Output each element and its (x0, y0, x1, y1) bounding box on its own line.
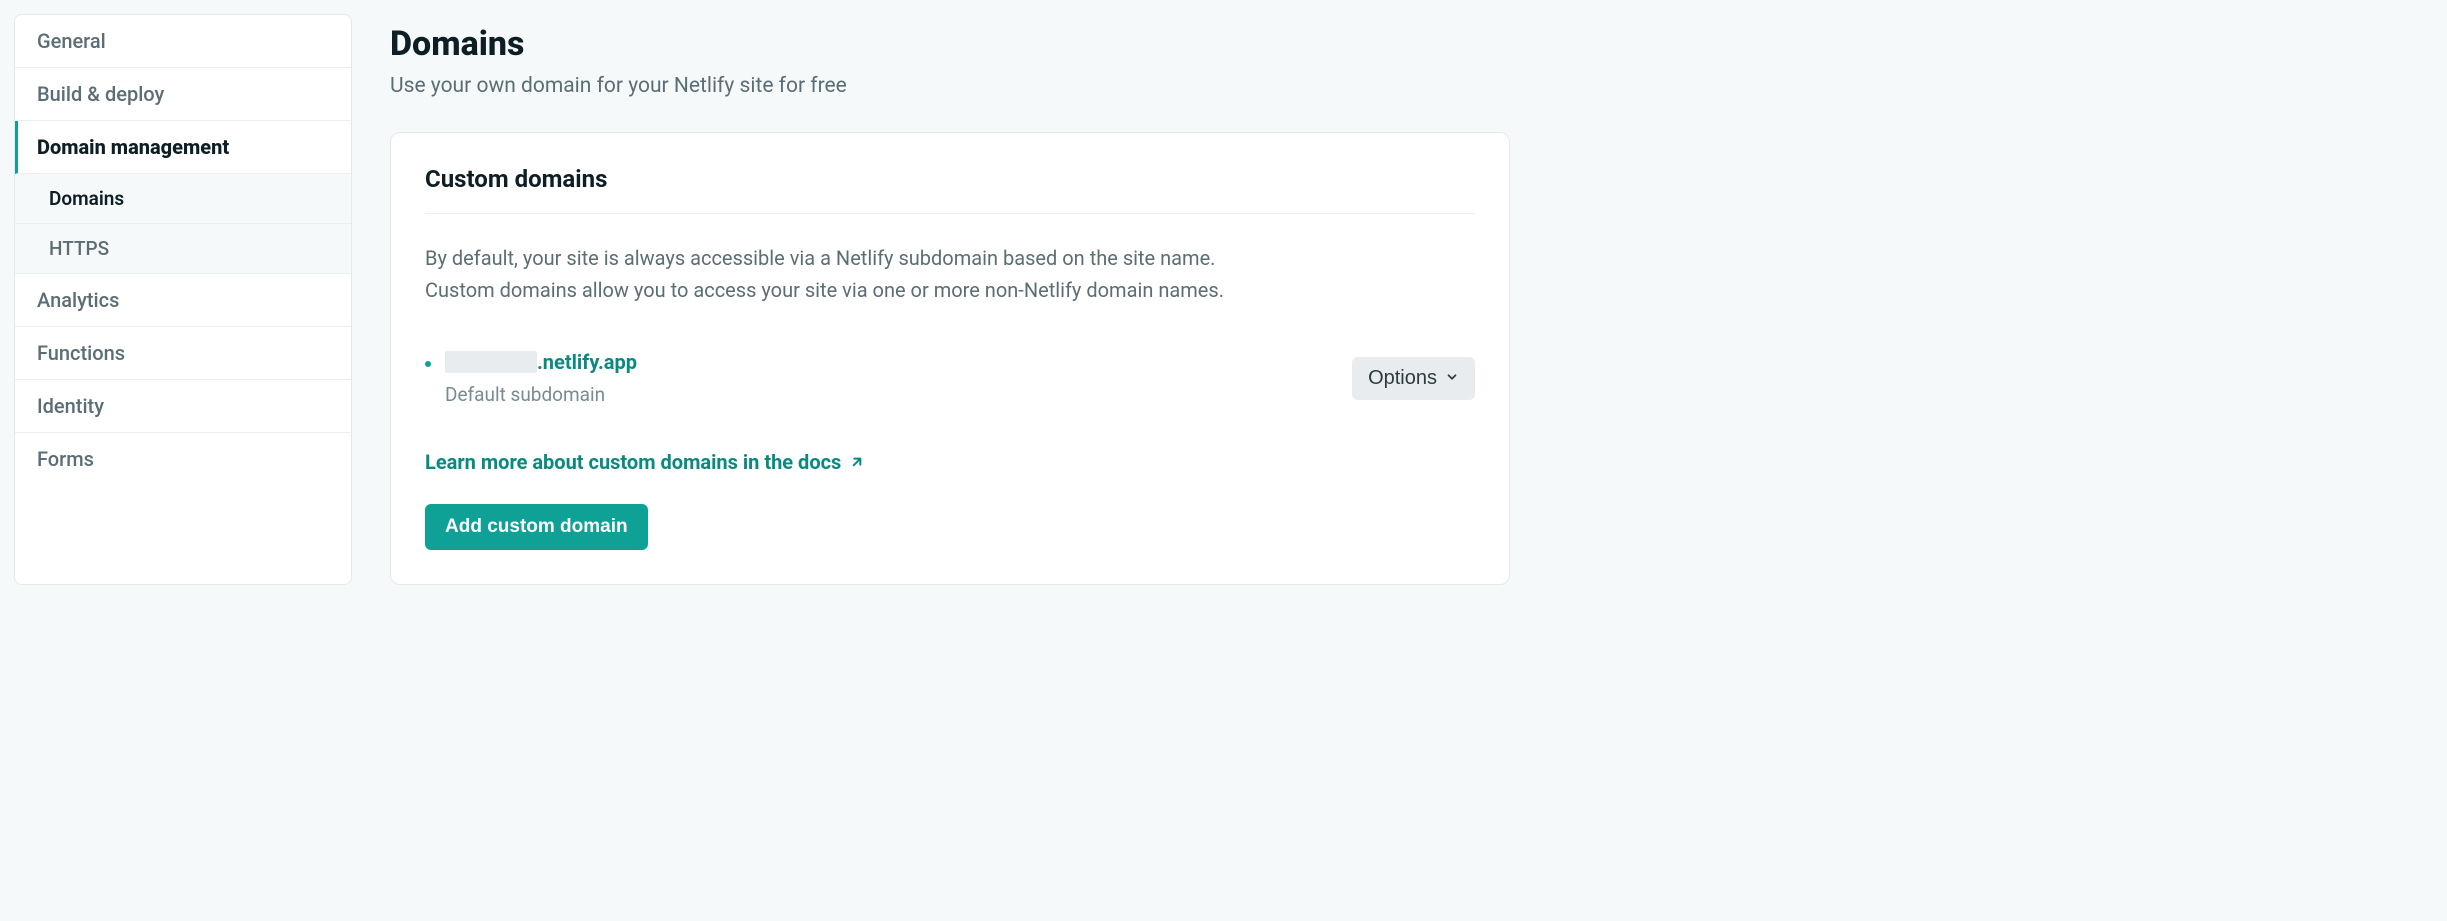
main-content: Domains Use your own domain for your Net… (352, 14, 1532, 585)
sidebar-item-domain-management[interactable]: Domain management (15, 121, 351, 174)
sidebar-item-functions[interactable]: Functions (15, 327, 351, 380)
sidebar-subnav: Domains HTTPS (15, 174, 351, 274)
domain-left: .netlify.app Default subdomain (425, 350, 637, 406)
domain-sublabel: Default subdomain (445, 383, 637, 406)
custom-domains-card: Custom domains By default, your site is … (390, 132, 1510, 585)
sidebar-item-general[interactable]: General (15, 15, 351, 68)
card-desc-line1: By default, your site is always accessib… (425, 246, 1215, 270)
sidebar-sub-https[interactable]: HTTPS (15, 224, 351, 274)
page-title: Domains (390, 24, 1510, 64)
sidebar-item-forms[interactable]: Forms (15, 433, 351, 485)
domain-suffix: .netlify.app (537, 350, 637, 374)
domain-info: .netlify.app Default subdomain (445, 350, 637, 406)
sidebar-sub-domains[interactable]: Domains (15, 174, 351, 224)
card-desc-line2: Custom domains allow you to access your … (425, 278, 1224, 302)
sidebar-item-build-deploy[interactable]: Build & deploy (15, 68, 351, 121)
settings-sidebar: General Build & deploy Domain management… (14, 14, 352, 585)
sidebar-item-identity[interactable]: Identity (15, 380, 351, 433)
chevron-down-icon (1445, 367, 1459, 390)
options-label: Options (1368, 367, 1437, 390)
domain-name-redacted (445, 351, 537, 373)
bullet-icon (425, 361, 431, 367)
add-custom-domain-button[interactable]: Add custom domain (425, 504, 648, 550)
options-button[interactable]: Options (1352, 357, 1475, 400)
page-subtitle: Use your own domain for your Netlify sit… (390, 74, 1510, 98)
external-link-icon (849, 454, 865, 470)
card-title: Custom domains (425, 165, 1475, 214)
card-description: By default, your site is always accessib… (425, 242, 1475, 306)
learn-more-label: Learn more about custom domains in the d… (425, 450, 841, 474)
domain-row: .netlify.app Default subdomain Options (425, 350, 1475, 406)
domain-link[interactable]: .netlify.app (445, 350, 637, 374)
learn-more-link[interactable]: Learn more about custom domains in the d… (425, 450, 865, 474)
sidebar-item-analytics[interactable]: Analytics (15, 274, 351, 327)
